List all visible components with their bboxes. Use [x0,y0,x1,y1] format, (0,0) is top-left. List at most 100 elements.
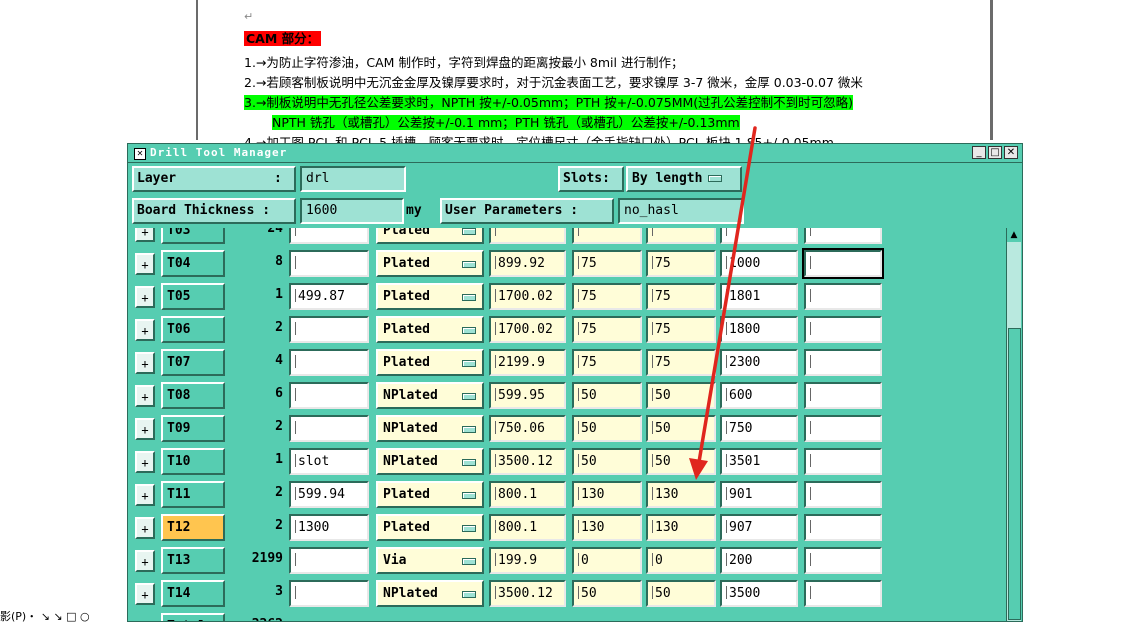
expand-tool-button[interactable]: + [135,228,155,242]
finish-size-field[interactable]: 2199.9 [489,349,566,376]
tool-name-button[interactable]: T05 [161,283,225,310]
minus-tolerance-field[interactable]: 75 [646,250,716,277]
drill-size-field[interactable]: 1801 [720,283,798,310]
minus-tolerance-field[interactable]: 50 [646,415,716,442]
drill-size-field[interactable]: 1800 [720,316,798,343]
tool-name-button[interactable]: T07 [161,349,225,376]
drill-size-field[interactable]: 3500 [720,580,798,607]
comment-field[interactable] [289,415,369,442]
extra-field[interactable] [804,283,882,310]
drill-size-field[interactable]: 3501 [720,448,798,475]
expand-tool-button[interactable]: + [135,583,155,605]
drill-size-field[interactable]: 907 [720,514,798,541]
tool-name-button[interactable]: T14 [161,580,225,607]
finish-size-field[interactable]: 750.06 [489,415,566,442]
extra-field[interactable] [804,415,882,442]
user-parameters-field[interactable]: no_hasl [618,198,744,224]
extra-field[interactable] [804,514,882,541]
drawing-toolbar[interactable]: 影(P)・ ↘ ↘ □ ○ [0,608,130,623]
maximize-button[interactable]: □ [988,146,1002,159]
expand-tool-button[interactable]: + [135,484,155,506]
plating-type-dropdown[interactable]: NPlated [376,448,484,475]
expand-tool-button[interactable]: + [135,550,155,572]
extra-field[interactable] [804,316,882,343]
plus-tolerance-field[interactable]: 50 [572,382,642,409]
expand-tool-button[interactable]: + [135,451,155,473]
slots-dropdown[interactable]: By length [626,166,742,192]
minus-tolerance-field[interactable]: 50 [646,382,716,409]
minimize-button[interactable]: _ [972,146,986,159]
finish-size-field[interactable]: 599.95 [489,382,566,409]
finish-size-field[interactable]: 800.1 [489,514,566,541]
expand-tool-button[interactable]: + [135,253,155,275]
tool-name-button[interactable]: Total [161,613,225,621]
extra-field[interactable] [804,228,882,244]
drill-size-field[interactable]: 600 [720,382,798,409]
comment-field[interactable] [289,382,369,409]
drill-size-field[interactable]: 750 [720,415,798,442]
expand-tool-button[interactable]: + [135,517,155,539]
tool-name-button[interactable]: T06 [161,316,225,343]
plating-type-dropdown[interactable]: NPlated [376,415,484,442]
plating-type-dropdown[interactable]: Plated [376,349,484,376]
expand-tool-button[interactable]: + [135,319,155,341]
plus-tolerance-field[interactable]: 130 [572,481,642,508]
comment-field[interactable]: 499.87 [289,283,369,310]
finish-size-field[interactable]: 800.1 [489,481,566,508]
board-thickness-field[interactable]: 1600 [300,198,404,224]
plus-tolerance-field[interactable]: 50 [572,580,642,607]
plating-type-dropdown[interactable]: NPlated [376,382,484,409]
plating-type-dropdown[interactable]: Plated [376,250,484,277]
minus-tolerance-field[interactable]: 50 [646,448,716,475]
plating-type-dropdown[interactable]: Plated [376,316,484,343]
plus-tolerance-field[interactable]: 0 [572,547,642,574]
scroll-up-icon[interactable]: ▲ [1007,228,1021,242]
expand-tool-button[interactable]: + [135,352,155,374]
minus-tolerance-field[interactable]: 130 [646,481,716,508]
tool-name-button[interactable]: T11 [161,481,225,508]
finish-size-field[interactable]: 1700.02 [489,316,566,343]
plating-type-dropdown[interactable]: NPlated [376,580,484,607]
plus-tolerance-field[interactable]: 50 [572,415,642,442]
finish-size-field[interactable] [489,228,566,244]
comment-field[interactable] [289,250,369,277]
tool-name-button[interactable]: T04 [161,250,225,277]
minus-tolerance-field[interactable] [646,228,716,244]
drill-size-field[interactable]: 1000 [720,250,798,277]
tool-name-button[interactable]: T09 [161,415,225,442]
minus-tolerance-field[interactable]: 0 [646,547,716,574]
plus-tolerance-field[interactable] [572,228,642,244]
plating-type-dropdown[interactable]: Plated [376,481,484,508]
plus-tolerance-field[interactable]: 75 [572,250,642,277]
plus-tolerance-field[interactable]: 130 [572,514,642,541]
finish-size-field[interactable]: 3500.12 [489,580,566,607]
minus-tolerance-field[interactable]: 75 [646,283,716,310]
finish-size-field[interactable]: 899.92 [489,250,566,277]
comment-field[interactable]: slot [289,448,369,475]
drill-size-field[interactable]: 200 [720,547,798,574]
extra-field[interactable] [804,481,882,508]
plus-tolerance-field[interactable]: 50 [572,448,642,475]
minus-tolerance-field[interactable]: 75 [646,316,716,343]
comment-field[interactable] [289,547,369,574]
plus-tolerance-field[interactable]: 75 [572,349,642,376]
extra-field[interactable] [804,448,882,475]
minus-tolerance-field[interactable]: 75 [646,349,716,376]
comment-field[interactable] [289,580,369,607]
extra-field[interactable] [802,248,884,279]
extra-field[interactable] [804,349,882,376]
tool-name-button[interactable]: T12 [161,514,225,541]
plus-tolerance-field[interactable]: 75 [572,316,642,343]
drill-size-field[interactable] [720,228,798,244]
drill-size-field[interactable]: 901 [720,481,798,508]
extra-field[interactable] [804,382,882,409]
scrollbar-thumb[interactable] [1008,328,1021,620]
layer-field[interactable]: drl [300,166,406,192]
extra-field[interactable] [804,547,882,574]
finish-size-field[interactable]: 3500.12 [489,448,566,475]
expand-tool-button[interactable]: + [135,286,155,308]
comment-field[interactable] [289,228,369,244]
drill-size-field[interactable]: 2300 [720,349,798,376]
comment-field[interactable]: 599.94 [289,481,369,508]
comment-field[interactable] [289,316,369,343]
